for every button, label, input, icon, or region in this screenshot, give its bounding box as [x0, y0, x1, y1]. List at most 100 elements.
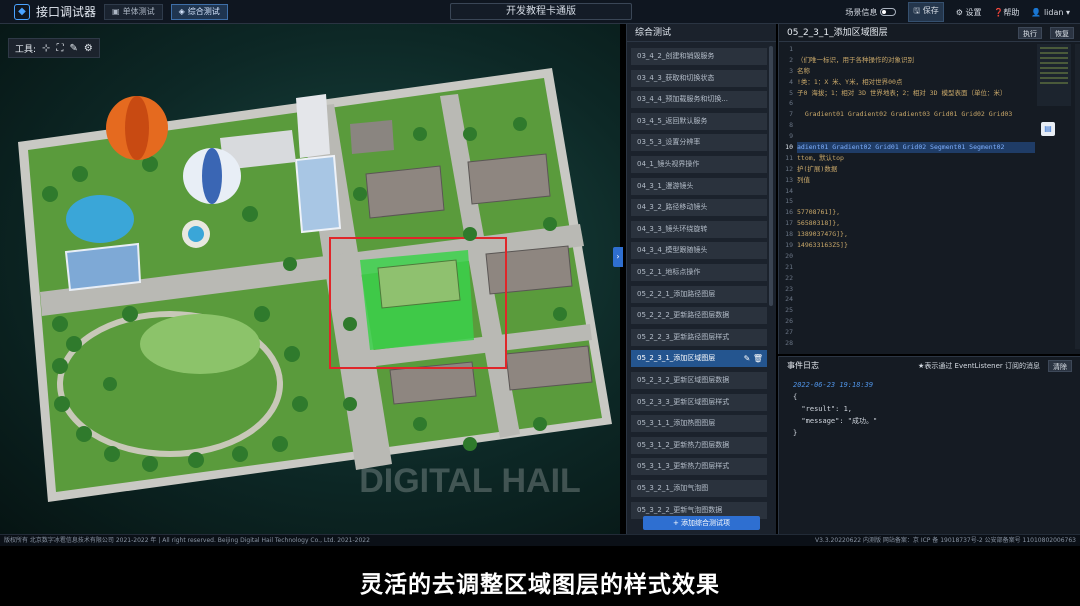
house — [350, 120, 394, 154]
clear-log-button[interactable]: 清除 — [1048, 360, 1072, 372]
log-header: 事件日志 ★表示通过 EventListener 订阅的消息 清除 — [779, 357, 1080, 375]
test-list-item[interactable]: 04_3_1_漫游镜头 — [631, 177, 767, 195]
event-log-panel: 事件日志 ★表示通过 EventListener 订阅的消息 清除 2022-0… — [778, 356, 1080, 534]
residential-building — [485, 245, 573, 295]
editor-widget-icon[interactable]: ▤ — [1041, 122, 1055, 136]
code-line: （们唯一标识，用于各种操作的对象识别 — [797, 55, 914, 64]
code-line: !类：1：X 米、Y米，相对世界00点 — [797, 77, 903, 86]
edit-icon[interactable]: ✎ — [744, 354, 751, 363]
test-list-item[interactable]: 05_2_2_2_更新路径图层数据 — [631, 307, 767, 325]
line-number: 5 — [789, 88, 793, 97]
test-item-label: 05_2_3_1_添加区域图层 — [637, 354, 716, 363]
toggle-switch[interactable] — [880, 8, 897, 16]
test-list-item[interactable]: 03_4_5_返回默认服务 — [631, 112, 767, 130]
line-number: 11 — [785, 153, 793, 162]
test-list-item[interactable]: 04_3_2_路径移动镜头 — [631, 199, 767, 217]
test-list-item[interactable]: 05_2_2_3_更新路径图层样式 — [631, 328, 767, 346]
test-list-item[interactable]: 03_4_4_预加载服务和切换... — [631, 91, 767, 109]
code-editor-panel: 05_2_3_1_添加区域图层 执行 恢复 1 2 3 4 5 6 7 8 9 10 11 12 13 1… — [778, 24, 1080, 354]
test-list-item[interactable]: 05_3_1_1_添加热图图层 — [631, 415, 767, 433]
log-title: 事件日志 — [787, 361, 819, 370]
pencil-icon[interactable]: ✎ — [69, 43, 77, 54]
editor-scrollbar[interactable] — [1075, 44, 1080, 349]
code-area[interactable]: （们唯一标识，用于各种操作的对象识别 名称 !类：1：X 米、Y米，相对世界00点子… — [797, 44, 1035, 349]
test-list-item[interactable]: 03_5_3_设置分辨率 — [631, 134, 767, 152]
scene-info-toggle[interactable]: 场景信息 — [845, 7, 897, 18]
test-list-item[interactable]: 05_2_3_1_添加区域图层 ✎ 🗑 — [631, 350, 767, 368]
run-button[interactable]: 执行 — [1018, 27, 1042, 39]
code-minimap[interactable] — [1037, 44, 1071, 106]
save-button[interactable]: 🖫 保存 — [908, 2, 944, 22]
line-number: 26 — [785, 317, 793, 326]
test-list-item[interactable]: 05_3_1_3_更新热力图层样式 — [631, 458, 767, 476]
code-line: 57708761]}, — [797, 208, 841, 217]
lawn — [140, 314, 260, 374]
line-number: 10 — [785, 143, 793, 152]
test-item-label: 03_4_4_预加载服务和切换... — [637, 95, 728, 104]
delete-icon[interactable]: 🗑 — [753, 354, 763, 363]
test-list-item[interactable]: 05_3_1_2_更新热力图层数据 — [631, 436, 767, 454]
residential-building — [365, 165, 445, 219]
test-list-item[interactable]: 04_3_3_镜头环绕旋转 — [631, 220, 767, 238]
mode-label: 单体测试 — [122, 7, 155, 16]
fountain-water — [188, 226, 204, 242]
line-number: 18 — [785, 230, 793, 239]
3d-scene-viewport[interactable]: DIGITAL HAIL 工具: ⊹ ⛶ ✎ ⚙ — [0, 24, 620, 534]
test-item-label: 05_2_2_2_更新路径图层数据 — [637, 311, 730, 320]
test-list-item[interactable]: 05_2_2_1_添加路径图层 — [631, 285, 767, 303]
line-number: 25 — [785, 306, 793, 315]
frame-select-icon[interactable]: ⛶ — [56, 43, 63, 54]
test-list-item[interactable]: 05_2_3_2_更新区域图层数据 — [631, 372, 767, 389]
line-number: 17 — [785, 219, 793, 228]
test-list-item[interactable]: 05_2_3_3_更新区域图层样式 — [631, 393, 767, 411]
scene-render[interactable]: DIGITAL HAIL — [0, 24, 620, 534]
line-number: 24 — [785, 295, 793, 304]
test-list-item[interactable]: 03_4_3_获取和切换状态 — [631, 69, 767, 87]
log-timestamp: 2022-06-23 19:18:39 — [793, 381, 874, 389]
editor-header: 05_2_3_1_添加区域图层 执行 恢复 — [779, 24, 1080, 42]
test-list-item[interactable]: 04_1_镜头视界操作 — [631, 156, 767, 173]
test-list-item[interactable]: 04_3_4_模型跟随镜头 — [631, 242, 767, 260]
mode-integrated-test-button[interactable]: ◈ 综合测试 — [170, 3, 228, 20]
scene-info-label: 场景信息 — [845, 7, 878, 17]
video-subtitle: 灵活的去调整区域图层的样式效果 — [360, 572, 720, 598]
top-bar: ◆ 接口调试器 ▣ 单体测试 ◈ 综合测试 开发教程卡通版 场景信息 🖫 保存 ⚙ … — [0, 0, 1080, 24]
test-list-item[interactable]: 05_2_1_地标点操作 — [631, 264, 767, 281]
line-number: 8 — [789, 121, 793, 130]
mode-single-test-button[interactable]: ▣ 单体测试 — [104, 3, 163, 20]
test-list-item[interactable]: 05_3_2_1_添加气泡图 — [631, 480, 767, 497]
gears-icon[interactable]: ⚙ — [84, 43, 93, 54]
test-list-item[interactable]: 03_4_2_创建和销毁服务 — [631, 48, 767, 65]
user-name: lidan — [1043, 7, 1064, 17]
line-number: 15 — [785, 197, 793, 206]
list-scrollbar[interactable] — [769, 46, 773, 306]
app-logo-icon: ◆ — [14, 3, 30, 20]
test-item-label: 04_3_1_漫游镜头 — [637, 181, 694, 190]
add-test-item-button[interactable]: + 添加综合测试项 — [643, 516, 760, 530]
line-number: 12 — [785, 164, 793, 173]
test-item-label: 05_2_1_地标点操作 — [637, 268, 701, 276]
test-item-label: 04_3_2_路径移动镜头 — [637, 203, 708, 212]
crosshair-icon[interactable]: ⊹ — [42, 43, 50, 54]
test-item-label: 05_2_3_3_更新区域图层样式 — [637, 397, 730, 406]
integrated-test-icon: ◈ — [178, 7, 185, 16]
chevron-right-icon: › — [616, 252, 620, 261]
help-button[interactable]: ❓帮助 — [993, 7, 1019, 18]
test-item-label: 03_4_2_创建和销毁服务 — [637, 52, 715, 60]
footer: 版权所有 北京数字冰雹信息技术有限公司 2021-2022 年 | All ri… — [0, 534, 1080, 546]
user-menu[interactable]: 👤 lidan ▾ — [1031, 8, 1070, 17]
settings-label: 设置 — [965, 7, 982, 17]
settings-button[interactable]: ⚙ 设置 — [956, 7, 982, 18]
restore-button[interactable]: 恢复 — [1050, 27, 1074, 39]
test-item-label: 05_3_1_2_更新热力图层数据 — [637, 440, 730, 449]
collapse-panel-button[interactable]: › — [613, 247, 623, 267]
help-icon: ❓ — [993, 7, 1004, 17]
test-item-label: 03_4_5_返回默认服务 — [637, 116, 708, 125]
copyright-text: 版权所有 北京数字冰雹信息技术有限公司 2021-2022 年 | All ri… — [4, 537, 370, 544]
user-icon: 👤 — [1031, 7, 1042, 17]
